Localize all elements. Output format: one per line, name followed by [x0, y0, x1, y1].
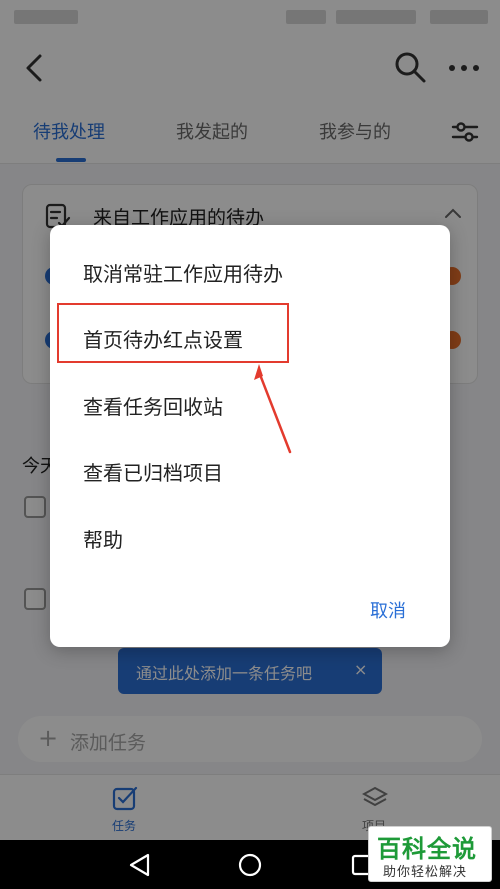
menu-item-unpin-work-app-todo[interactable]: 取消常驻工作应用待办: [83, 258, 283, 287]
watermark-title: 百科全说: [377, 835, 477, 863]
menu-item-task-recycle-bin[interactable]: 查看任务回收站: [83, 391, 223, 420]
menu-item-help[interactable]: 帮助: [83, 524, 123, 553]
watermark-subtitle: 助你轻松解决: [383, 865, 468, 880]
watermark-logo: 百科全说 助你轻松解决: [368, 826, 492, 882]
cancel-button[interactable]: 取消: [370, 597, 406, 623]
system-home-icon[interactable]: [236, 851, 264, 879]
annotation-highlight-box: [57, 303, 289, 363]
annotation-arrow-icon: [254, 364, 292, 454]
system-back-icon[interactable]: [126, 851, 154, 879]
menu-item-archived-projects[interactable]: 查看已归档项目: [83, 457, 223, 486]
app-screen: 待我处理 我发起的 我参与的 来自工作应用的待办 今天 通过此处添加一条任务吧 …: [0, 0, 500, 889]
